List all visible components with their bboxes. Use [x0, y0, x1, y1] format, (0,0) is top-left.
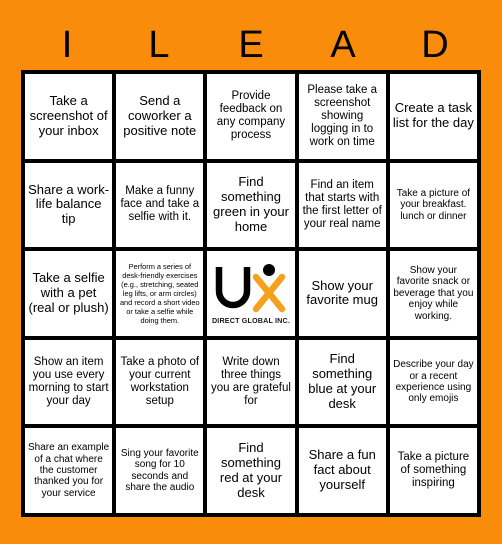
bingo-cell-r2c4[interactable]: Find an item that starts with the first …: [298, 162, 386, 248]
bingo-cell-r4c5[interactable]: Describe your day or a recent experience…: [389, 339, 477, 425]
ux-logo-subtitle: DIRECT GLOBAL INC.: [211, 316, 291, 326]
bingo-cell-text: Perform a series of desk-friendly exerci…: [119, 261, 200, 326]
bingo-cell-text: Share a fun fact about yourself: [308, 447, 376, 493]
bingo-cell-r3c1[interactable]: Take a selfie with a pet (real or plush): [25, 251, 113, 336]
bingo-cell-r3c4[interactable]: Show your favorite mug: [298, 251, 386, 336]
bingo-cell-text: Write down three things you are grateful…: [211, 355, 291, 408]
bingo-cell-text: Find something green in your home: [213, 174, 289, 234]
bingo-cell-r3c5[interactable]: Show your favorite snack or beverage tha…: [389, 251, 477, 336]
bingo-cell-r4c2[interactable]: Take a photo of your current workstation…: [116, 339, 204, 425]
bingo-cell-r1c4[interactable]: Please take a screenshot showing logging…: [298, 74, 386, 159]
bingo-cell-text: Take a picture of your breakfast. lunch …: [396, 187, 471, 222]
bingo-cell-text: Show your favorite snack or beverage tha…: [393, 265, 474, 322]
bingo-cell-r2c5[interactable]: Take a picture of your breakfast. lunch …: [389, 162, 477, 248]
bingo-cell-text: Share an example of a chat where the cus…: [28, 442, 110, 499]
bingo-cell-text: Show your favorite mug: [306, 277, 378, 308]
bingo-cell-text: Show an item you use every morning to st…: [28, 355, 109, 408]
bingo-free-space-logo-cell[interactable]: DIRECT GLOBAL INC.: [207, 251, 295, 336]
bingo-cell-r3c2[interactable]: Perform a series of desk-friendly exerci…: [116, 251, 204, 336]
bingo-grid: Take a screenshot of your inbox Send a co…: [21, 70, 481, 517]
bingo-cell-text: Share a work-life balance tip: [28, 181, 110, 227]
bingo-cell-text: Please take a screenshot showing logging…: [307, 83, 378, 148]
ux-logo-icon: [214, 261, 288, 313]
bingo-header-letter-1: I: [61, 24, 73, 66]
bingo-cell-text: Find something red at your desk: [219, 440, 283, 500]
bingo-cell-r4c3[interactable]: Write down three things you are grateful…: [207, 339, 295, 425]
bingo-cell-r2c2[interactable]: Make a funny face and take a selfie with…: [116, 162, 204, 248]
bingo-header: ILEAD: [21, 20, 481, 70]
bingo-cell-text: Make a funny face and take a selfie with…: [120, 185, 200, 224]
bingo-header-letter-5: D: [421, 24, 449, 66]
bingo-cell-r5c1[interactable]: Share an example of a chat where the cus…: [25, 428, 113, 513]
bingo-cell-text: Create a task list for the day: [392, 100, 474, 131]
bingo-cell-r2c3[interactable]: Find something green in your home: [207, 162, 295, 248]
bingo-cell-r4c1[interactable]: Show an item you use every morning to st…: [25, 339, 113, 425]
bingo-cell-text: Take a picture of something inspiring: [397, 451, 470, 490]
bingo-cell-text: Take a photo of your current workstation…: [120, 355, 200, 408]
bingo-cell-text: Send a coworker a positive note: [123, 93, 197, 138]
bingo-cell-r5c2[interactable]: Sing your favorite song for 10 seconds a…: [116, 428, 204, 513]
bingo-cell-text: Sing your favorite song for 10 seconds a…: [120, 447, 199, 494]
bingo-cell-r4c4[interactable]: Find something blue at your desk: [298, 339, 386, 425]
bingo-cell-r1c2[interactable]: Send a coworker a positive note: [116, 74, 204, 159]
bingo-cell-r1c1[interactable]: Take a screenshot of your inbox: [25, 74, 113, 159]
bingo-cell-r2c1[interactable]: Share a work-life balance tip: [25, 162, 113, 248]
bingo-card: I L E A D Take a screenshot of your inbox Sen…: [0, 0, 502, 544]
bingo-cell-text: Take a screenshot of your inbox: [29, 93, 108, 138]
bingo-header-letter-4: A: [330, 24, 356, 66]
bingo-cell-r1c3[interactable]: Provide feedback on any company process: [207, 74, 295, 159]
bingo-cell-r5c5[interactable]: Take a picture of something inspiring: [389, 428, 477, 513]
bingo-cell-r5c3[interactable]: Find something red at your desk: [207, 428, 295, 513]
bingo-cell-text: Take a selfie with a pet (real or plush): [28, 270, 109, 315]
bingo-cell-text: Describe your day or a recent experience…: [393, 359, 474, 405]
bingo-cell-text: Find an item that starts with the first …: [302, 178, 382, 230]
bingo-header-letter-2: L: [148, 24, 170, 66]
bingo-header-letter-3: E: [238, 24, 264, 66]
bingo-cell-r5c4[interactable]: Share a fun fact about yourself: [298, 428, 386, 513]
bingo-cell-text: Find something blue at your desk: [308, 351, 377, 411]
bingo-cell-r1c5[interactable]: Create a task list for the day: [389, 74, 477, 159]
bingo-cell-text: Provide feedback on any company process: [216, 90, 286, 142]
